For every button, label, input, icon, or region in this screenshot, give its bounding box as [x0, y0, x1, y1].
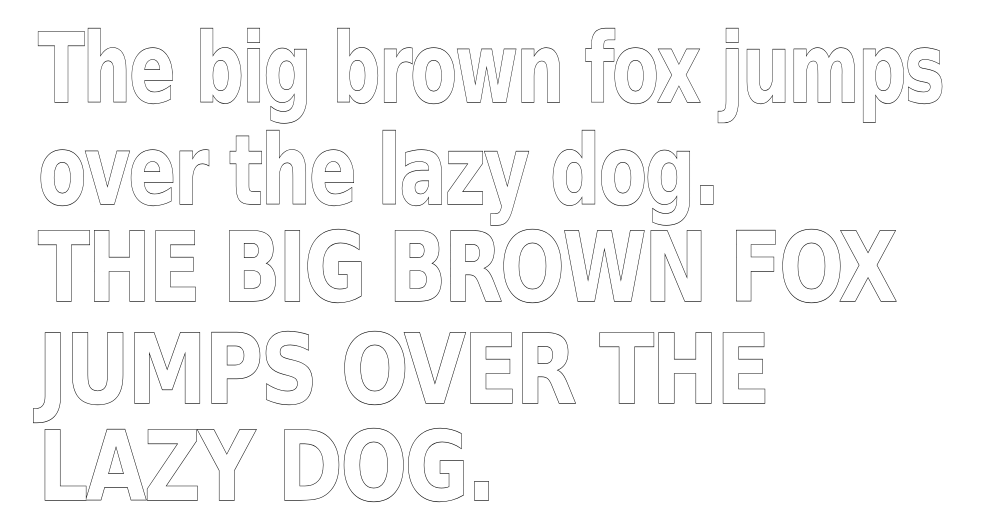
font-specimen: The big brown fox jumps over the lazy do…: [0, 0, 1000, 531]
specimen-line-4: JUMPS OVER THE: [33, 314, 768, 426]
specimen-line-1: The big brown fox jumps: [38, 13, 943, 125]
specimen-line-5: LAZY DOG.: [38, 411, 494, 523]
specimen-line-3: THE BIG BROWN FOX: [38, 212, 897, 324]
specimen-canvas: The big brown fox jumps over the lazy do…: [32, 12, 946, 523]
specimen-line-2: over the lazy dog.: [38, 115, 718, 227]
